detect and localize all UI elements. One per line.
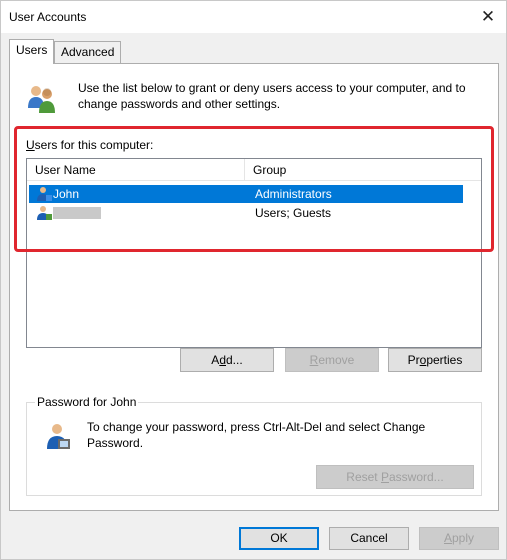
intro-text: Use the list below to grant or deny user… xyxy=(78,81,466,111)
window-title: User Accounts xyxy=(9,10,87,24)
user-icon xyxy=(37,206,52,220)
ok-button[interactable]: OK xyxy=(239,527,319,550)
table-row[interactable]: Users; Guests xyxy=(29,204,463,222)
cancel-button[interactable]: Cancel xyxy=(329,527,409,550)
user-icon xyxy=(37,187,52,201)
users-section-label: Users for this computer: xyxy=(26,138,154,152)
remove-button[interactable]: Remove xyxy=(285,348,379,372)
list-header: User Name Group xyxy=(27,159,481,181)
properties-button[interactable]: Properties xyxy=(388,348,482,372)
apply-button[interactable]: Apply xyxy=(419,527,499,550)
column-header-user-name[interactable]: User Name xyxy=(27,159,245,181)
users-tab-panel: Use the list below to grant or deny user… xyxy=(9,63,499,511)
tab-advanced[interactable]: Advanced xyxy=(54,41,122,63)
password-instructions: To change your password, press Ctrl-Alt-… xyxy=(87,420,426,450)
user-accounts-window: User Accounts ✕ Users Advanced Use the l… xyxy=(0,0,507,560)
user-name-cell: John xyxy=(53,187,80,201)
add-button[interactable]: Add... xyxy=(180,348,274,372)
table-row[interactable]: John Administrators xyxy=(29,185,463,203)
users-list[interactable]: User Name Group John Administrators User… xyxy=(26,158,482,348)
tab-users[interactable]: Users xyxy=(9,39,55,64)
reset-password-button[interactable]: Reset Password... xyxy=(316,465,474,489)
password-groupbox: Password for John To change your passwor… xyxy=(26,395,482,496)
password-section-label: Password for John xyxy=(35,395,139,409)
title-bar: User Accounts ✕ xyxy=(1,1,506,33)
group-cell: Administrators xyxy=(255,187,332,201)
users-icon xyxy=(28,86,55,113)
column-header-group[interactable]: Group xyxy=(245,159,481,181)
redacted-user-name xyxy=(53,207,101,219)
close-icon[interactable]: ✕ xyxy=(470,1,506,33)
password-user-icon xyxy=(47,424,70,449)
group-cell: Users; Guests xyxy=(255,206,332,220)
